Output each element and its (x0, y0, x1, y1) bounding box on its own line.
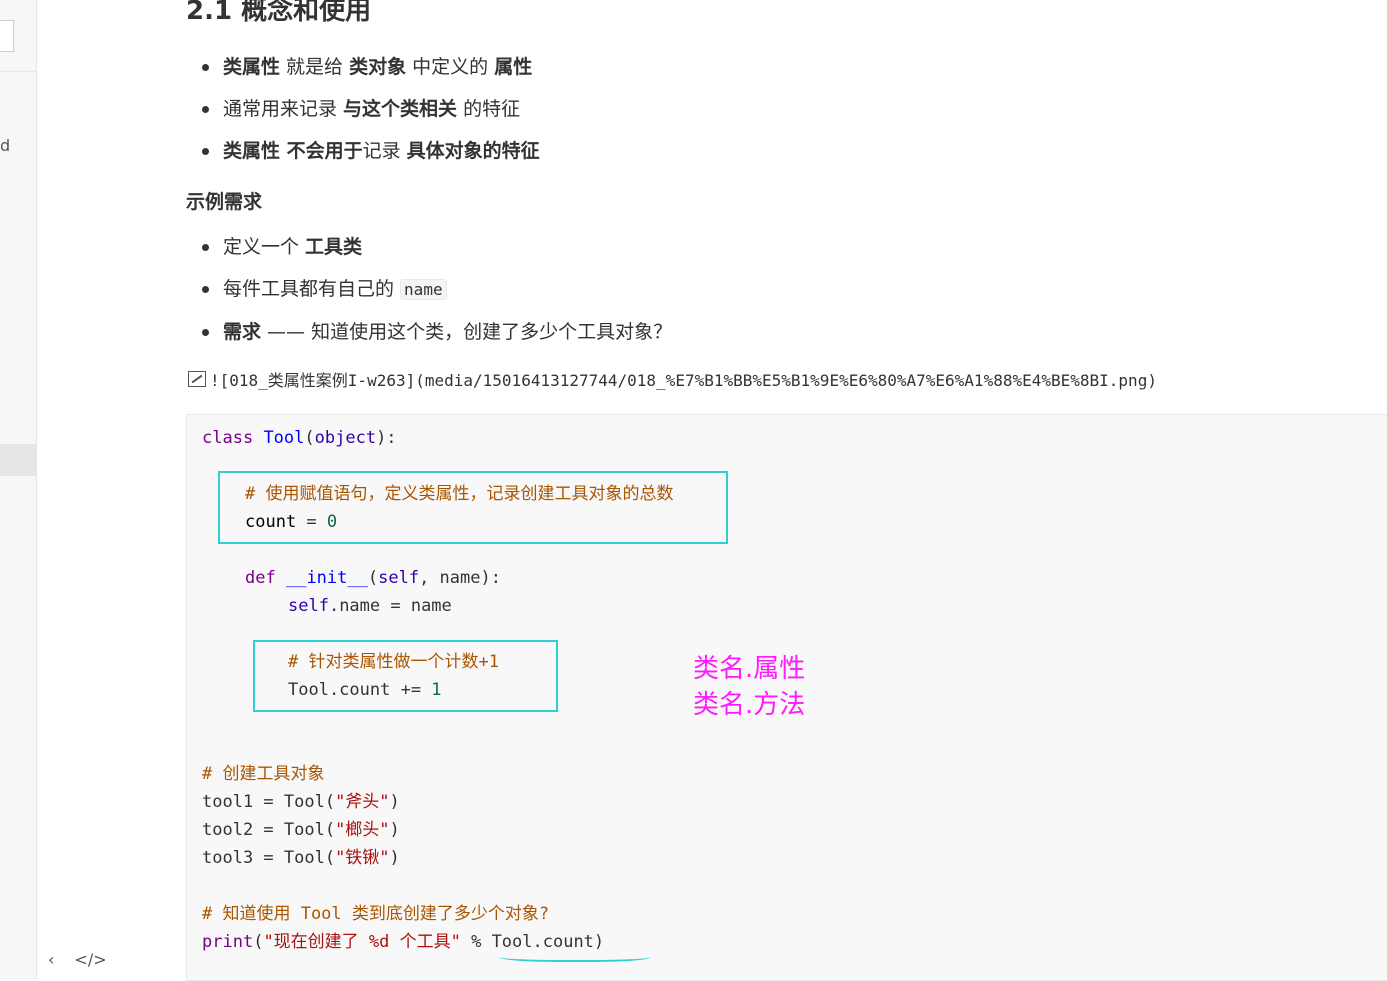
sidebar-item-partial[interactable]: d (0, 136, 10, 155)
code-line: self.name = name (288, 596, 452, 616)
broken-image-icon (188, 371, 206, 387)
requirement-list: 定义一个 工具类 每件工具都有自己的 name 需求 —— 知道使用这个类，创建… (186, 226, 672, 353)
code-block[interactable]: class Tool(object): # 使用赋值语句，定义类属性，记录创建工… (186, 414, 1387, 981)
sidebar-search-box[interactable] (0, 20, 14, 52)
code-line: # 创建工具对象 (202, 764, 325, 784)
code-line: class Tool(object): (202, 428, 397, 448)
list-item: 类属性 不会用于记录 具体对象的特征 (186, 130, 540, 172)
sidebar-item-active[interactable] (0, 444, 36, 476)
source-code-icon[interactable]: </> (74, 950, 106, 969)
code-line: # 针对类属性做一个计数+1 (288, 652, 499, 672)
section-heading: 2.1 概念和使用 (186, 0, 372, 26)
code-line: tool3 = Tool("铁锹") (202, 848, 400, 868)
code-line: Tool.count += 1 (288, 680, 442, 700)
list-item: 类属性 就是给 类对象 中定义的 属性 (186, 46, 540, 88)
annotation-note: 类名.属性 类名.方法 (693, 654, 806, 720)
inline-code: name (400, 279, 447, 300)
list-item: 每件工具都有自己的 name (186, 268, 672, 311)
list-item: 需求 —— 知道使用这个类，创建了多少个工具对象？ (186, 311, 672, 353)
example-subheading: 示例需求 (186, 191, 263, 213)
left-sidebar: d (0, 0, 37, 979)
code-line: count = 0 (245, 512, 338, 532)
sidebar-divider (0, 71, 36, 72)
code-line: tool2 = Tool("榔头") (202, 820, 400, 840)
code-line: def __init__(self, name): (245, 568, 501, 588)
bottom-toolbar: ‹ </> (48, 950, 107, 969)
list-item: 定义一个 工具类 (186, 226, 672, 268)
list-item: 通常用来记录 与这个类相关 的特征 (186, 88, 540, 130)
code-line: # 使用赋值语句，定义类属性，记录创建工具对象的总数 (245, 484, 674, 504)
code-line: tool1 = Tool("斧头") (202, 792, 400, 812)
hand-drawn-underline (499, 950, 651, 962)
collapse-sidebar-icon[interactable]: ‹ (48, 950, 54, 969)
broken-image-reference[interactable]: ![018_类属性案例I-w263](media/15016413127744/… (188, 367, 1157, 391)
code-line: # 知道使用 Tool 类到底创建了多少个对象? (202, 904, 550, 924)
concept-list: 类属性 就是给 类对象 中定义的 属性 通常用来记录 与这个类相关 的特征 类属… (186, 46, 540, 172)
